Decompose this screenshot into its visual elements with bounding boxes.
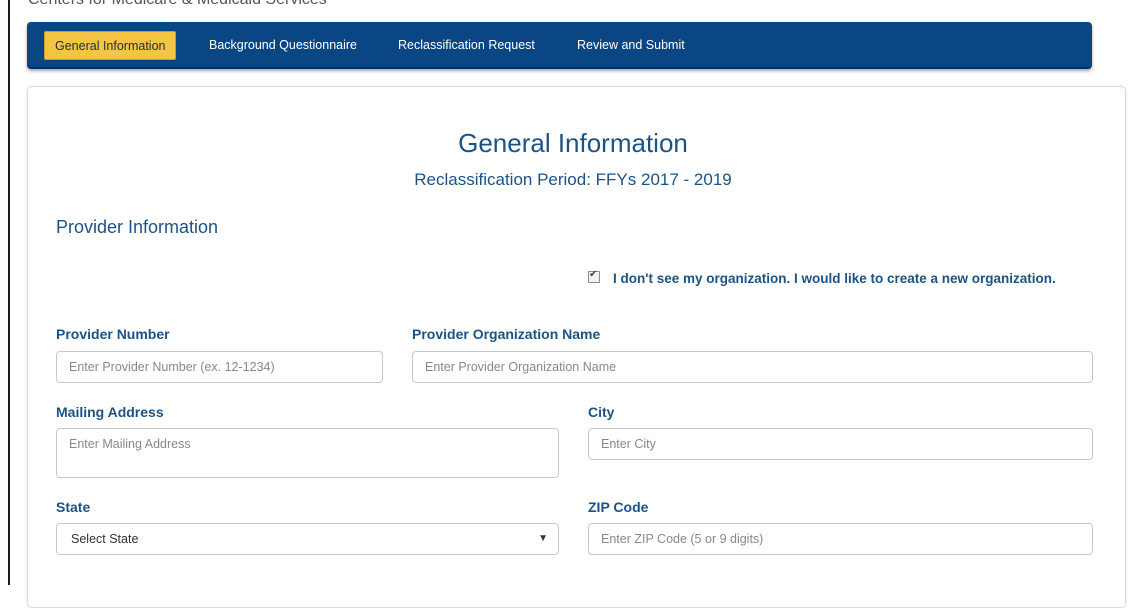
tab-reclassification-request[interactable]: Reclassification Request: [388, 31, 545, 60]
provider-number-input[interactable]: [56, 351, 383, 383]
dropdown-arrow-icon: ▼: [538, 533, 548, 544]
mailing-address-label: Mailing Address: [56, 404, 164, 420]
zip-code-input[interactable]: [588, 523, 1093, 555]
provider-organization-name-label: Provider Organization Name: [412, 326, 601, 342]
provider-organization-name-input[interactable]: [412, 351, 1093, 383]
new-organization-checkbox[interactable]: [588, 269, 600, 283]
page-title: General Information: [458, 128, 688, 158]
zip-code-label: ZIP Code: [588, 499, 649, 515]
window-border: [8, 0, 10, 585]
page-subtitle: Reclassification Period: FFYs 2017 - 201…: [414, 170, 732, 189]
state-label: State: [56, 499, 91, 515]
tab-background-questionnaire[interactable]: Background Questionnaire: [199, 31, 367, 60]
agency-header-title: Centers for Medicare & Medicaid Services: [28, 0, 327, 9]
section-title-provider-information: Provider Information: [56, 217, 219, 237]
tab-general-information[interactable]: General Information: [44, 31, 177, 60]
state-select-value: Select State: [71, 532, 139, 546]
city-input[interactable]: [588, 428, 1093, 460]
state-select[interactable]: Select State ▼: [56, 523, 559, 555]
city-label: City: [588, 404, 615, 420]
step-navigation-bar: General Information Background Questionn…: [27, 22, 1092, 69]
provider-number-label: Provider Number: [56, 326, 170, 342]
tab-review-and-submit[interactable]: Review and Submit: [567, 31, 695, 60]
new-organization-checkbox-label[interactable]: I don't see my organization. I would lik…: [613, 269, 1083, 288]
mailing-address-input[interactable]: [56, 428, 559, 478]
